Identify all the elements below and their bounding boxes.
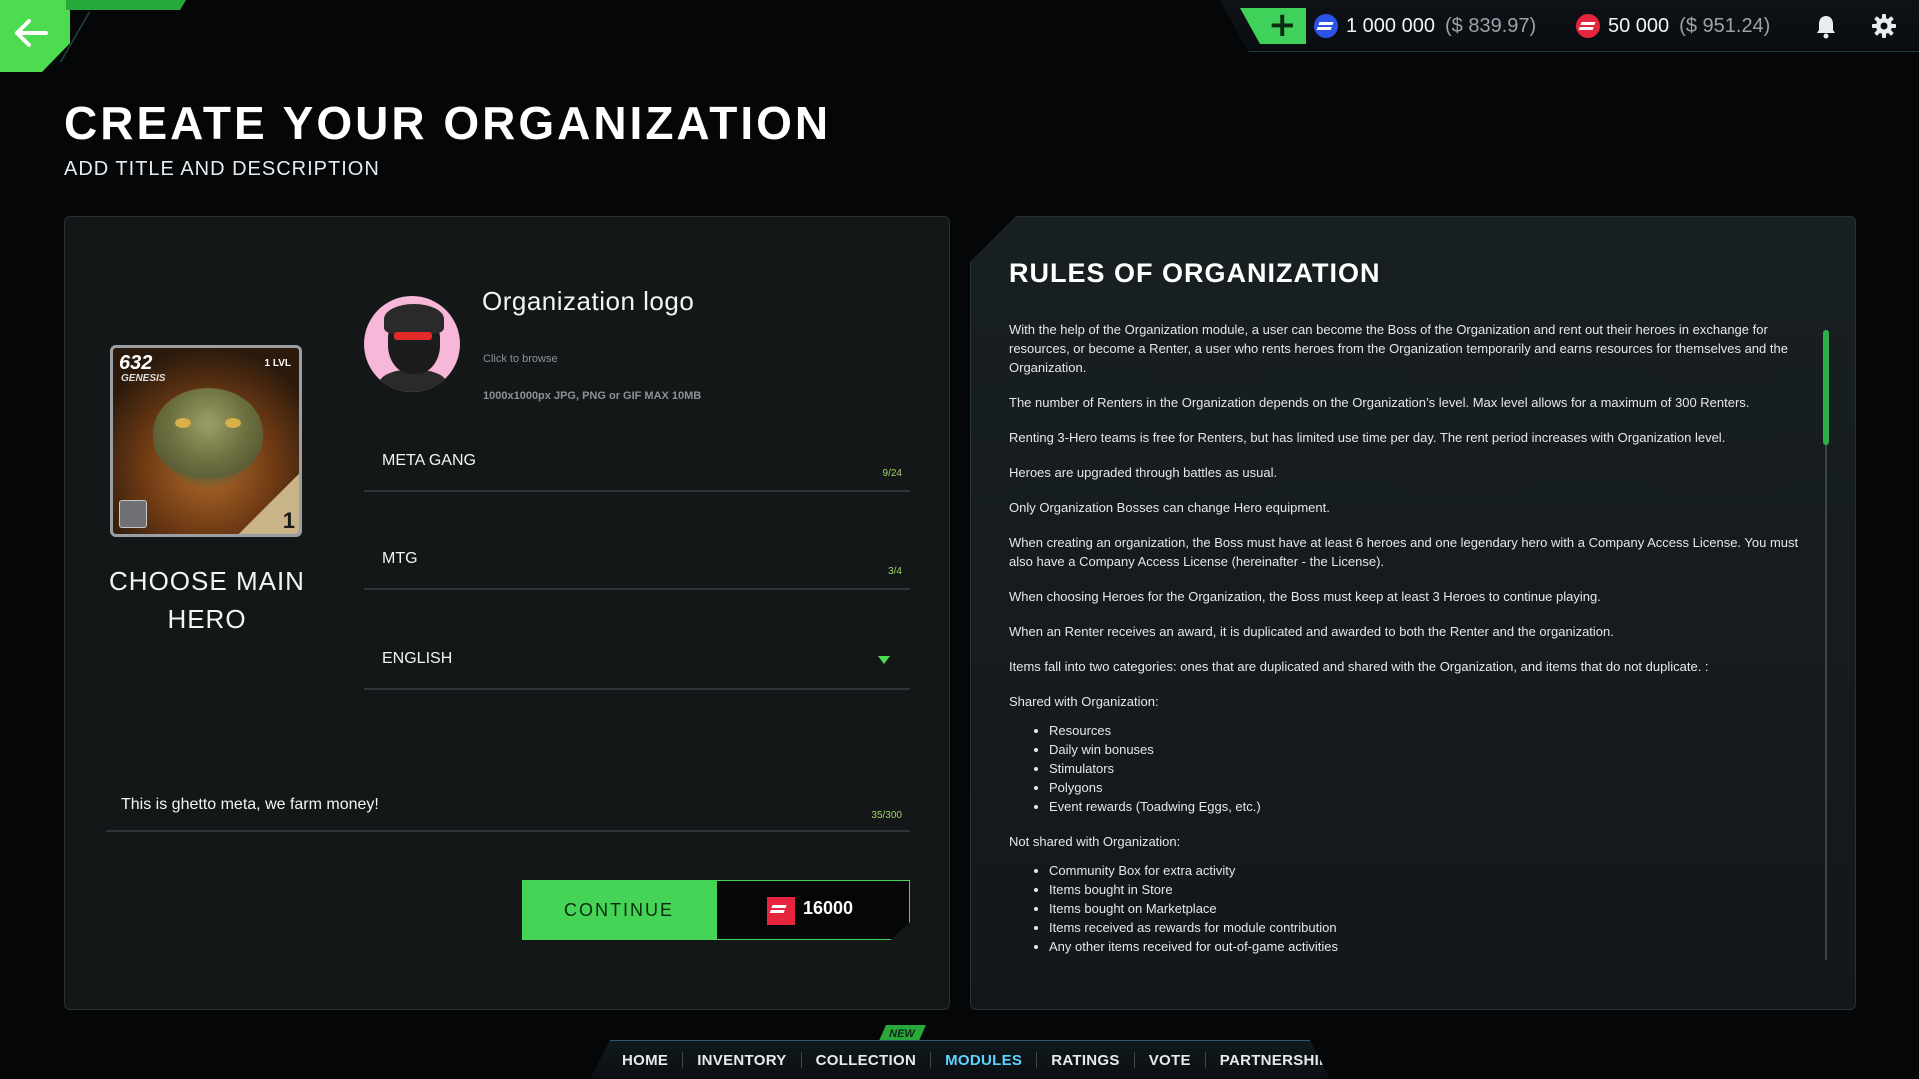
shared-heading: Shared with Organization: [1009, 694, 1159, 709]
rules-paragraph: Items fall into two categories: ones tha… [1009, 659, 1709, 674]
choose-main-hero-label[interactable]: CHOOSE MAIN HERO [96, 562, 318, 638]
page-subtitle: ADD TITLE AND DESCRIPTION [64, 158, 380, 180]
list-item: Daily win bonuses [1049, 740, 1815, 759]
plus-icon: + [1268, 5, 1297, 45]
gear-icon[interactable] [1870, 12, 1898, 40]
nav-home[interactable]: HOME [622, 1052, 668, 1069]
nav-vote[interactable]: VOTE [1149, 1052, 1191, 1069]
rules-body: With the help of the Organization module… [1009, 320, 1815, 972]
main-hero-card[interactable]: 632 GENESIS 1 LVL 1 [110, 345, 302, 537]
avatar-glasses [394, 332, 432, 340]
back-area [0, 0, 190, 82]
nav-modules[interactable]: MODULES [945, 1052, 1022, 1069]
price-value: 16000 [803, 898, 854, 918]
list-item: Resources [1049, 721, 1815, 740]
language-value: ENGLISH [382, 650, 453, 667]
arrow-left-icon [15, 19, 48, 47]
description-field[interactable]: This is ghetto meta, we farm money! 35/3… [106, 782, 910, 832]
list-item: Items received as rewards for module con… [1049, 918, 1815, 937]
list-item: Community Box for extra activity [1049, 861, 1815, 880]
rules-paragraph: Heroes are upgraded through battles as u… [1009, 465, 1278, 480]
rules-paragraph: When choosing Heroes for the Organizatio… [1009, 589, 1601, 604]
rules-paragraph: Renting 3-Hero teams is free for Renters… [1009, 430, 1726, 445]
nav-divider [1133, 1052, 1135, 1068]
list-item: Polygons [1049, 778, 1815, 797]
rules-paragraph: The number of Renters in the Organizatio… [1009, 395, 1750, 410]
nav-inventory[interactable]: INVENTORY [697, 1052, 786, 1069]
hero-level: 1 LVL [264, 358, 291, 369]
rules-paragraph: When an Renter receives an award, it is … [1009, 624, 1614, 639]
price-button[interactable]: 16000 [716, 880, 910, 940]
page-title: CREATE YOUR ORGANIZATION [64, 97, 832, 149]
hero-edition: GENESIS [121, 373, 166, 384]
not-shared-list: Community Box for extra activity Items b… [1049, 861, 1815, 956]
list-item: Items bought on Marketplace [1049, 899, 1815, 918]
list-item: Stimulators [1049, 759, 1815, 778]
language-select[interactable]: ENGLISH [364, 640, 910, 690]
rules-paragraph: With the help of the Organization module… [1009, 322, 1788, 375]
list-item: Event rewards (Toadwing Eggs, etc.) [1049, 797, 1815, 816]
organization-tag-field[interactable]: MTG 3/4 [364, 540, 910, 590]
nav-divider [1036, 1052, 1038, 1068]
bottom-navigation: HOME INVENTORY COLLECTION MODULES RATING… [590, 1040, 1330, 1079]
nav-divider [1204, 1052, 1206, 1068]
organization-logo-avatar[interactable] [364, 296, 460, 392]
organization-logo-title: Organization logo [482, 286, 695, 316]
hero-portrait [153, 388, 263, 478]
rules-scrollbar-thumb[interactable] [1823, 330, 1829, 445]
nav-partnership[interactable]: PARTNERSHIP [1220, 1052, 1330, 1069]
shared-list: Resources Daily win bonuses Stimulators … [1049, 721, 1815, 816]
currency-blue-amount: 1 000 000 [1346, 14, 1435, 37]
currency-red: 50 000 ($ 951.24) [1576, 12, 1770, 40]
not-shared-heading: Not shared with Organization: [1009, 834, 1181, 849]
browse-logo-link[interactable]: Click to browse [483, 353, 558, 365]
hero-class-icon [119, 500, 147, 528]
continue-button[interactable]: CONTINUE [522, 880, 716, 940]
red-coin-icon [767, 897, 795, 925]
organization-name-field[interactable]: META GANG 9/24 [364, 442, 910, 492]
logo-spec-text: 1000x1000px JPG, PNG or GIF MAX 10MB [483, 390, 702, 402]
nav-ratings[interactable]: RATINGS [1051, 1052, 1120, 1069]
red-coin-icon [1576, 14, 1600, 38]
currency-red-amount: 50 000 [1608, 14, 1670, 37]
back-decoration [66, 0, 186, 10]
organization-tag-value: MTG [382, 550, 418, 567]
rules-title: RULES OF ORGANIZATION [1009, 258, 1381, 288]
hero-number: 1 [282, 508, 295, 533]
description-counter: 35/300 [871, 810, 902, 821]
currency-red-usd: ($ 951.24) [1679, 14, 1771, 37]
currency-blue: 1 000 000 ($ 839.97) [1314, 12, 1536, 40]
avatar-cap [384, 304, 444, 334]
currency-blue-usd: ($ 839.97) [1444, 14, 1537, 37]
organization-name-counter: 9/24 [882, 468, 902, 479]
organization-name-value: META GANG [382, 452, 476, 469]
bell-icon[interactable] [1812, 12, 1840, 40]
list-item: Items bought in Store [1049, 880, 1815, 899]
hero-id: 632 [119, 352, 153, 374]
nav-divider [800, 1052, 802, 1068]
organization-tag-counter: 3/4 [888, 566, 902, 577]
blue-coin-icon [1314, 14, 1338, 38]
nav-divider [682, 1052, 684, 1068]
rules-paragraph: Only Organization Bosses can change Hero… [1009, 500, 1330, 515]
chevron-down-icon [878, 656, 890, 664]
nav-collection[interactable]: COLLECTION [816, 1052, 917, 1069]
list-item: Any other items received for out-of-game… [1049, 937, 1815, 956]
description-value: This is ghetto meta, we farm money! [121, 796, 379, 813]
nav-divider [930, 1052, 932, 1068]
rules-paragraph: When creating an organization, the Boss … [1009, 535, 1799, 569]
